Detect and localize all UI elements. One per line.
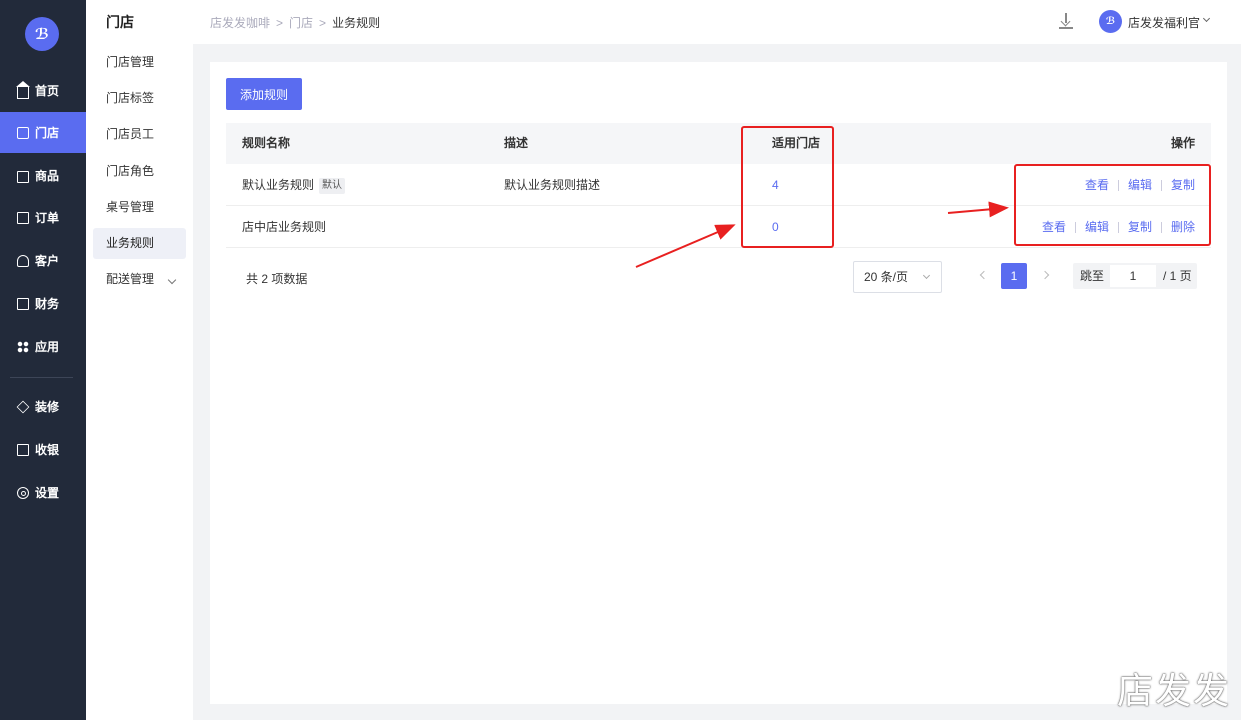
annotation-arrow	[947, 201, 1009, 218]
annotation-arrow	[635, 224, 736, 268]
watermark: 店发发	[1116, 671, 1231, 712]
annotation-arrows	[635, 201, 1009, 268]
